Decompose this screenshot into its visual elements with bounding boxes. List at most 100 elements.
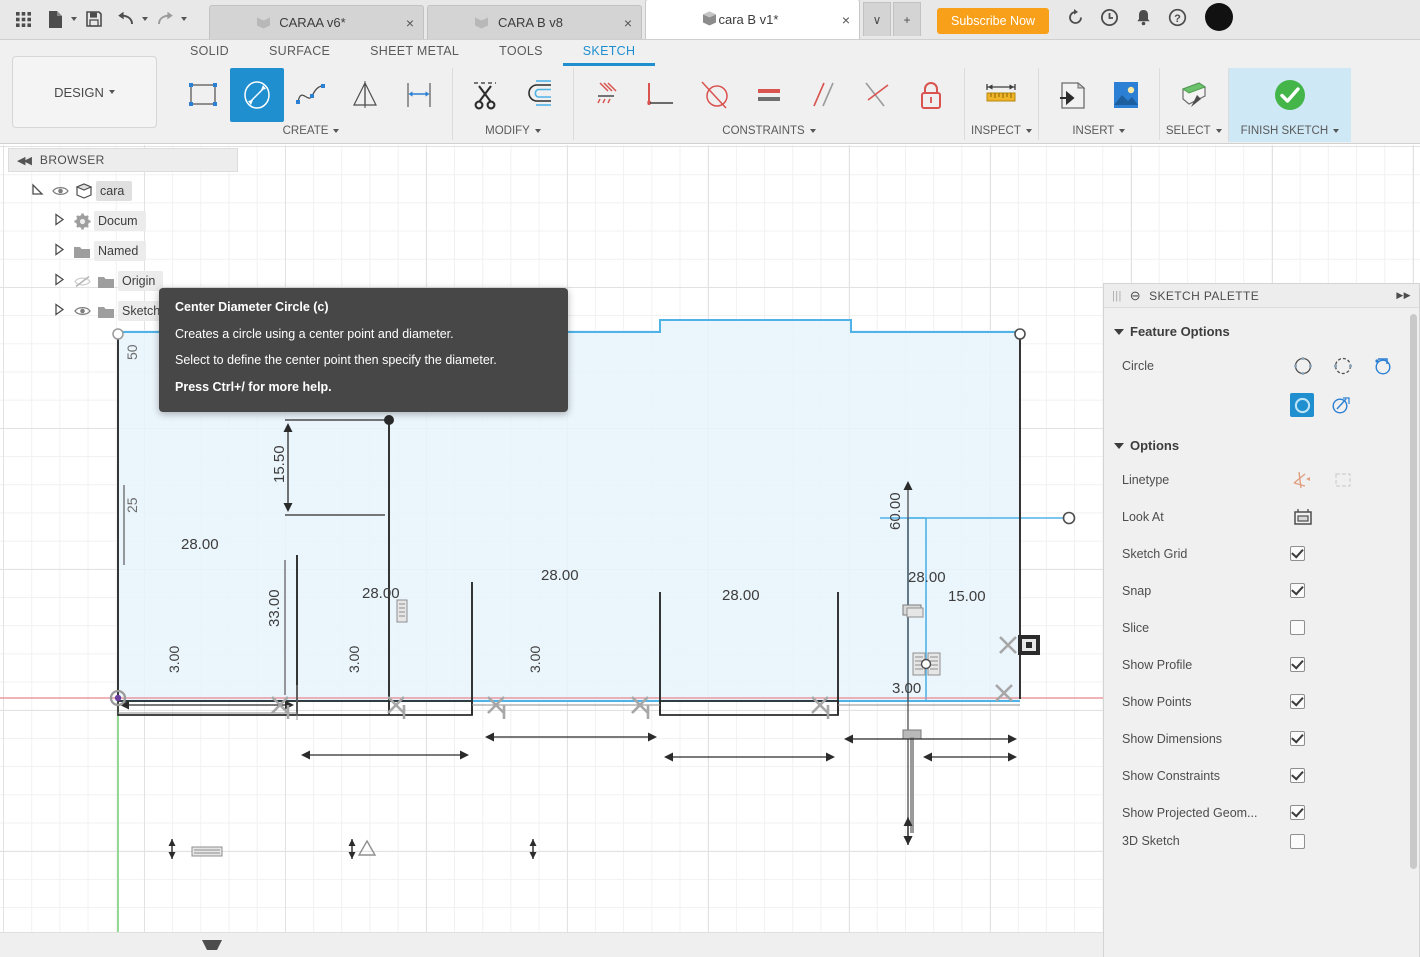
panel-finish-sketch-label[interactable]: FINISH SKETCH — [1241, 122, 1340, 140]
close-tab-icon[interactable]: × — [615, 15, 641, 31]
dimension-label-v-1550[interactable]: 15.50 — [271, 445, 288, 483]
equal-constraint[interactable] — [742, 68, 796, 122]
show-dimensions-checkbox[interactable] — [1290, 731, 1305, 746]
spline-tool[interactable] — [284, 68, 338, 122]
trim-tool[interactable] — [459, 68, 513, 122]
perpendicular-constraint[interactable] — [850, 68, 904, 122]
sketch-grid-checkbox[interactable] — [1290, 546, 1305, 561]
dimension-label-v-6000[interactable]: 60.00 — [887, 492, 904, 530]
recent-activity-icon[interactable] — [1097, 5, 1121, 29]
expanded-triangle-icon[interactable] — [26, 183, 48, 199]
fix-unfix-constraint[interactable] — [580, 68, 634, 122]
construction-linetype-option[interactable] — [1290, 467, 1316, 493]
rectangle-tool[interactable] — [176, 68, 230, 122]
three-tangent-circle-option[interactable] — [1328, 392, 1354, 418]
visibility-eye-icon[interactable] — [70, 305, 94, 317]
panel-constraints-label[interactable]: CONSTRAINTS — [722, 122, 816, 140]
tab-sketch[interactable]: SKETCH — [562, 40, 656, 66]
tangent-constraint[interactable] — [688, 68, 742, 122]
center-diameter-circle-tool[interactable] — [230, 68, 284, 122]
browser-item-cara[interactable]: cara — [8, 176, 238, 206]
midpoint-constraint[interactable] — [634, 68, 688, 122]
save-icon[interactable] — [79, 2, 109, 36]
notifications-bell-icon[interactable] — [1131, 5, 1155, 29]
dimension-label-v-300-c[interactable]: 3.00 — [527, 646, 543, 673]
section-feature-options[interactable]: Feature Options — [1104, 316, 1419, 347]
dimension-label-h-6[interactable]: 15.00 — [948, 588, 986, 605]
dimension-label-v-3300[interactable]: 33.00 — [266, 589, 283, 627]
two-point-circle-option[interactable] — [1330, 353, 1356, 379]
panel-select-label[interactable]: SELECT — [1166, 122, 1222, 140]
redo-button[interactable] — [150, 2, 187, 36]
tab-sheet-metal[interactable]: SHEET METAL — [350, 40, 479, 66]
panel-insert-label[interactable]: INSERT — [1072, 122, 1126, 140]
visibility-eye-icon[interactable] — [48, 185, 72, 197]
two-tangent-circle-option[interactable] — [1290, 393, 1314, 417]
tab-list-dropdown-icon[interactable]: ∨ — [863, 2, 891, 36]
section-options[interactable]: Options — [1104, 426, 1419, 461]
slice-checkbox[interactable] — [1290, 620, 1305, 635]
document-tab-3-active[interactable]: cara B v1* × — [645, 0, 860, 39]
panel-finish-sketch[interactable]: FINISH SKETCH — [1227, 68, 1352, 142]
center-diameter-circle-option[interactable] — [1290, 353, 1316, 379]
expand-palette-icon[interactable]: ▶▶ — [1396, 290, 1411, 301]
finish-sketch-check[interactable] — [1263, 68, 1317, 122]
minimize-icon[interactable]: ⊖ — [1130, 288, 1141, 304]
dimension-label-h-4[interactable]: 28.00 — [722, 587, 760, 604]
close-tab-icon[interactable]: × — [397, 15, 423, 31]
sketch-dimension-tool[interactable] — [392, 68, 446, 122]
browser-item-named-views[interactable]: Named — [8, 236, 238, 266]
collapsed-triangle-icon[interactable] — [48, 243, 70, 259]
centerline-linetype-option[interactable] — [1330, 467, 1356, 493]
subscribe-now-button[interactable]: Subscribe Now — [937, 8, 1050, 34]
snap-checkbox[interactable] — [1290, 583, 1305, 598]
parallel-constraint[interactable] — [796, 68, 850, 122]
select-tool[interactable] — [1167, 68, 1221, 122]
app-grid-icon[interactable] — [8, 2, 38, 36]
show-projected-geometry-checkbox[interactable] — [1290, 805, 1305, 820]
dimension-label-h-5[interactable]: 28.00 — [908, 569, 946, 586]
close-tab-icon[interactable]: × — [833, 12, 859, 28]
insert-derive-icon[interactable] — [1045, 68, 1099, 122]
panel-inspect-label[interactable]: INSPECT — [971, 122, 1032, 140]
dimension-label-v-300-b[interactable]: 3.00 — [346, 646, 362, 673]
panel-create-label[interactable]: CREATE — [283, 122, 340, 140]
new-file-button[interactable] — [40, 2, 77, 36]
dimension-label-h-1[interactable]: 28.00 — [181, 536, 219, 553]
visibility-eye-off-icon[interactable] — [70, 275, 94, 288]
document-tab-1[interactable]: CARAA v6* × — [209, 5, 424, 39]
dimension-label-h-3[interactable]: 28.00 — [541, 567, 579, 584]
show-points-checkbox[interactable] — [1290, 694, 1305, 709]
collapsed-triangle-icon[interactable] — [48, 303, 70, 319]
collapse-browser-icon[interactable]: ◀◀ — [17, 154, 32, 167]
tab-solid[interactable]: SOLID — [170, 40, 249, 66]
palette-scrollbar[interactable] — [1410, 314, 1417, 869]
browser-item-document-settings[interactable]: Docum — [8, 206, 238, 236]
offset-tool[interactable] — [513, 68, 567, 122]
show-profile-checkbox[interactable] — [1290, 657, 1305, 672]
user-avatar[interactable] — [1205, 3, 1234, 31]
refresh-job-status-icon[interactable] — [1063, 5, 1087, 29]
timeline-marker-icon[interactable] — [200, 938, 224, 955]
document-tab-2[interactable]: CARA B v8 × — [427, 5, 642, 39]
dimension-label-v-300-a[interactable]: 3.00 — [166, 646, 182, 673]
insert-canvas-image-icon[interactable] — [1099, 68, 1153, 122]
measure-tool[interactable] — [974, 68, 1028, 122]
workspace-switcher-design[interactable]: DESIGN — [12, 56, 157, 128]
three-d-sketch-checkbox[interactable] — [1290, 833, 1305, 849]
tab-tools[interactable]: TOOLS — [479, 40, 563, 66]
panel-modify-label[interactable]: MODIFY — [485, 122, 541, 140]
dimension-label-v-300-right[interactable]: 3.00 — [892, 680, 921, 697]
undo-button[interactable] — [111, 2, 148, 36]
dimension-label-v-50[interactable]: 50 — [124, 344, 140, 360]
tab-surface[interactable]: SURFACE — [249, 40, 350, 66]
new-tab-icon[interactable]: + — [893, 2, 921, 36]
three-point-circle-option[interactable] — [1370, 353, 1396, 379]
look-at-icon[interactable] — [1290, 504, 1316, 530]
dimension-label-h-2[interactable]: 28.00 — [362, 585, 400, 602]
sketch-canvas[interactable]: 28.00 28.00 28.00 28.00 28.00 15.00 50 2… — [0, 145, 1420, 957]
lock-constraint[interactable] — [904, 68, 958, 122]
mirror-tool[interactable] — [338, 68, 392, 122]
collapsed-triangle-icon[interactable] — [48, 213, 70, 229]
show-constraints-checkbox[interactable] — [1290, 768, 1305, 783]
